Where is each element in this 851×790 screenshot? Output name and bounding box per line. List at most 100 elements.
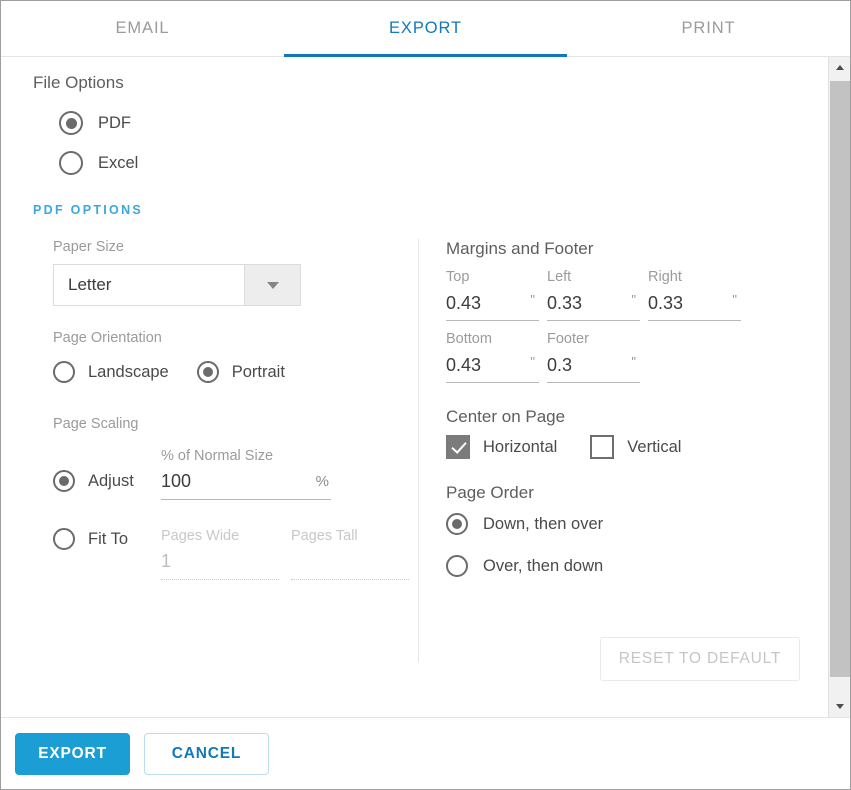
inch-symbol-top: " xyxy=(530,292,535,307)
margins-spacer xyxy=(648,331,741,383)
checkbox-vertical[interactable]: Vertical xyxy=(590,435,681,459)
radio-orientation-portrait[interactable]: Portrait xyxy=(196,352,285,392)
margin-left-input[interactable]: 0.33 " xyxy=(547,287,640,321)
page-order-title: Page Order xyxy=(446,483,534,502)
export-button[interactable]: EXPORT xyxy=(15,732,130,775)
paper-size-label: Paper Size xyxy=(53,239,124,255)
radio-portrait-label: Portrait xyxy=(231,362,285,381)
margin-bottom-label: Bottom xyxy=(446,331,492,347)
checkbox-horizontal-label: Horizontal xyxy=(483,437,558,456)
margin-footer-value: 0.3 xyxy=(547,355,573,375)
page-orientation-group: Page Orientation Landscape Portrait xyxy=(53,330,418,392)
pdf-options-columns: Paper Size Letter Page Orientation Lands… xyxy=(1,239,828,662)
inch-symbol-footer: " xyxy=(631,354,636,369)
pages-tall-group: Pages Tall xyxy=(291,528,409,580)
checkbox-horizontal[interactable]: Horizontal xyxy=(446,435,557,459)
radio-landscape-icon xyxy=(53,361,75,383)
pages-tall-label: Pages Tall xyxy=(291,528,358,544)
radio-page-order-down-then-over[interactable]: Down, then over xyxy=(446,503,828,545)
scroll-area: File Options PDF Excel PDF OPTIONS Paper… xyxy=(1,57,850,717)
radio-fit-to-icon xyxy=(53,528,75,550)
normal-size-label: % of Normal Size xyxy=(161,448,274,464)
center-on-page-checkboxes: Horizontal Vertical xyxy=(446,435,828,459)
margin-bottom-input[interactable]: 0.43 " xyxy=(446,349,539,383)
page-scaling-grid: Adjust Fit To % of Normal Size 100 % Pag… xyxy=(53,436,418,611)
page-scaling-group: Page Scaling Adjust Fit To % of Normal S… xyxy=(53,416,418,611)
tab-export[interactable]: EXPORT xyxy=(284,1,567,57)
inch-symbol-bottom: " xyxy=(530,354,535,369)
margin-right-input[interactable]: 0.33 " xyxy=(648,287,741,321)
radio-portrait-icon xyxy=(196,361,219,383)
radio-excel-label: Excel xyxy=(98,153,139,172)
caret-down-icon xyxy=(835,704,844,709)
paper-size-value: Letter xyxy=(68,275,112,294)
radio-orientation-landscape[interactable]: Landscape xyxy=(53,352,169,392)
normal-size-input[interactable]: 100 % xyxy=(161,464,331,500)
radio-fit-to-label: Fit To xyxy=(88,529,129,548)
tab-bar: EMAIL EXPORT PRINT xyxy=(1,1,850,57)
checkbox-horizontal-icon xyxy=(446,435,470,459)
tab-email-label: EMAIL xyxy=(115,19,170,37)
page-orientation-label: Page Orientation xyxy=(53,330,162,346)
scrollbar-down-button[interactable] xyxy=(829,696,850,717)
margin-footer-label: Footer xyxy=(547,331,589,347)
margin-left-value: 0.33 xyxy=(547,293,583,313)
radio-pdf-label: PDF xyxy=(98,113,131,132)
margin-right-value: 0.33 xyxy=(648,293,684,313)
radio-down-then-over-icon xyxy=(446,513,468,535)
paper-size-select[interactable]: Letter xyxy=(53,264,301,306)
column-divider xyxy=(418,239,419,662)
margins-group: Margins and Footer Top 0.43 " Left 0.33 … xyxy=(446,239,828,383)
radio-landscape-label: Landscape xyxy=(88,362,169,381)
page-orientation-radios: Landscape Portrait xyxy=(53,352,418,392)
tab-export-label: EXPORT xyxy=(389,19,462,37)
margin-top-input[interactable]: 0.43 " xyxy=(446,287,539,321)
page-order-group: Page Order Down, then over Over, then do… xyxy=(446,483,828,587)
file-options-title: File Options xyxy=(33,73,124,92)
radio-adjust-label: Adjust xyxy=(88,471,134,490)
margin-left-label: Left xyxy=(547,269,572,285)
scrollbar-up-button[interactable] xyxy=(829,57,850,78)
paper-size-group: Paper Size Letter xyxy=(53,239,418,306)
radio-scaling-adjust[interactable]: Adjust xyxy=(53,470,134,492)
options-panel: File Options PDF Excel PDF OPTIONS Paper… xyxy=(1,57,828,717)
margins-title: Margins and Footer xyxy=(446,239,594,258)
center-on-page-title: Center on Page xyxy=(446,407,566,426)
margins-row-2: Bottom 0.43 " Footer 0.3 " xyxy=(446,331,828,383)
tab-print[interactable]: PRINT xyxy=(567,1,850,56)
tab-email[interactable]: EMAIL xyxy=(1,1,284,56)
radio-file-pdf[interactable]: PDF xyxy=(59,103,828,143)
cancel-button[interactable]: CANCEL xyxy=(144,732,269,775)
pages-tall-input[interactable] xyxy=(291,544,409,580)
margin-top-group: Top 0.43 " xyxy=(446,269,539,321)
export-dialog: EMAIL EXPORT PRINT File Options PDF Exce… xyxy=(0,0,851,790)
radio-page-order-over-then-down[interactable]: Over, then down xyxy=(446,545,828,587)
margin-top-label: Top xyxy=(446,269,470,285)
margin-left-group: Left 0.33 " xyxy=(547,269,640,321)
scrollbar-thumb[interactable] xyxy=(830,81,850,677)
dialog-footer: EXPORT CANCEL xyxy=(1,717,850,789)
radio-pdf-icon xyxy=(59,111,83,135)
margin-footer-input[interactable]: 0.3 " xyxy=(547,349,640,383)
checkbox-vertical-label: Vertical xyxy=(627,437,682,456)
tab-print-label: PRINT xyxy=(681,19,736,37)
caret-up-icon xyxy=(835,65,844,70)
pages-wide-label: Pages Wide xyxy=(161,528,240,544)
pages-wide-value: 1 xyxy=(161,551,172,571)
radio-over-then-down-label: Over, then down xyxy=(483,556,604,575)
radio-file-excel[interactable]: Excel xyxy=(59,143,828,183)
radio-excel-icon xyxy=(59,151,83,175)
checkbox-vertical-icon xyxy=(590,435,615,459)
radio-adjust-icon xyxy=(53,470,75,492)
normal-size-group: % of Normal Size 100 % xyxy=(161,448,331,500)
inch-symbol-right: " xyxy=(732,292,737,307)
radio-scaling-fit-to[interactable]: Fit To xyxy=(53,528,128,550)
percent-suffix: % xyxy=(315,473,329,490)
center-on-page-group: Center on Page Horizontal Vertical xyxy=(446,407,828,459)
reset-area: RESET TO DEFAULT xyxy=(1,611,828,681)
paper-size-dropdown-button[interactable] xyxy=(244,265,300,305)
vertical-scrollbar[interactable] xyxy=(828,57,850,717)
pages-wide-input[interactable]: 1 xyxy=(161,544,279,580)
margin-right-label: Right xyxy=(648,269,682,285)
reset-to-default-button[interactable]: RESET TO DEFAULT xyxy=(600,637,800,681)
